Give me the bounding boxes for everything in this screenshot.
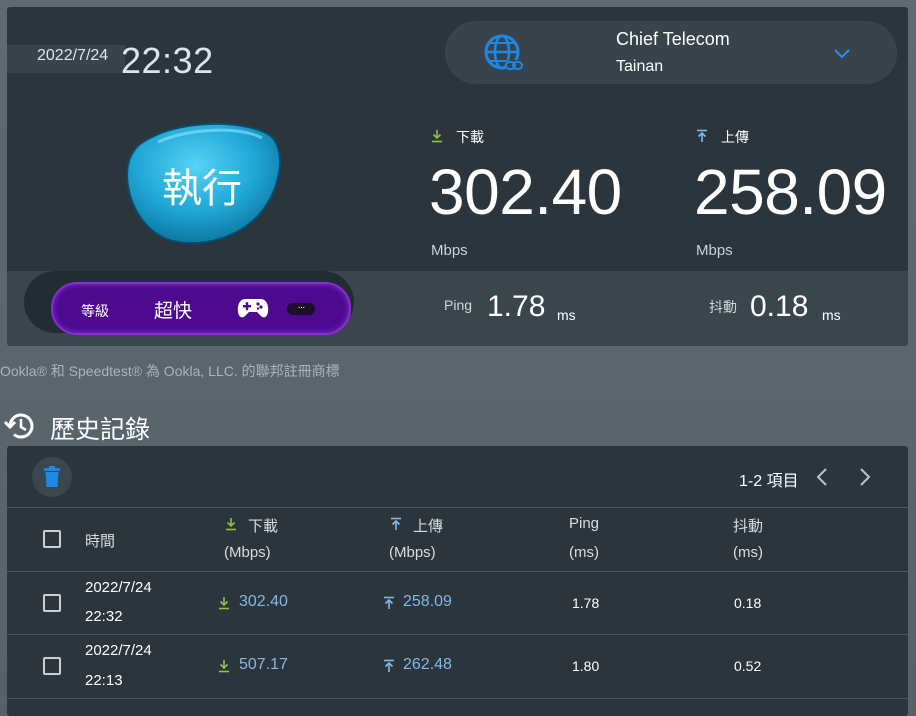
trash-icon: [44, 466, 60, 487]
row-time: 22:32: [85, 608, 123, 625]
col-header-download-unit: (Mbps): [224, 544, 271, 561]
upload-arrow-icon: [384, 596, 394, 609]
gamepad-icon: [237, 299, 269, 318]
row-download: 302.40: [239, 593, 288, 610]
row-upload: 262.48: [403, 656, 452, 673]
globe-link-icon: [484, 34, 523, 71]
jitter-label: 抖動: [709, 299, 737, 315]
row-download: 507.17: [239, 656, 288, 673]
divider: [7, 698, 908, 699]
pager-range: 1-2 項目: [739, 473, 799, 490]
row-time: 22:13: [85, 672, 123, 689]
jitter-unit: ms: [822, 307, 841, 323]
ping-unit: ms: [557, 307, 576, 323]
upload-arrow-icon: [391, 517, 401, 530]
select-all-checkbox[interactable]: [43, 530, 61, 548]
row-date: 2022/7/24: [85, 642, 152, 659]
server-selector[interactable]: Chief Telecom Tainan: [445, 21, 897, 84]
test-time: 22:32: [121, 40, 214, 81]
download-value: 302.40: [429, 156, 622, 228]
speedtest-panel: 2022/7/24 22:32 Chief Telecom Tainan 執行 …: [7, 7, 908, 346]
download-label: 下載: [456, 129, 484, 145]
trademark-notice: Ookla® 和 Speedtest® 為 Ookla, LLC. 的聯邦註冊商…: [0, 363, 340, 379]
history-table: 1-2 項目 時間 下載 (Mbps) 上傳 (Mbps) Ping (ms) …: [7, 446, 908, 716]
jitter-value: 0.18: [750, 290, 809, 323]
delete-button[interactable]: [32, 457, 72, 497]
divider: [7, 571, 908, 572]
test-date: 2022/7/24: [37, 47, 109, 64]
history-icon: [3, 413, 34, 439]
rank-badge[interactable]: 等級 超快 ···: [51, 282, 351, 335]
row-upload: 258.09: [403, 593, 452, 610]
rank-value: 超快: [154, 301, 193, 322]
row-checkbox[interactable]: [43, 657, 61, 675]
row-checkbox[interactable]: [43, 594, 61, 612]
upload-label: 上傳: [721, 129, 749, 145]
server-name: Chief Telecom: [616, 29, 730, 49]
download-arrow-icon: [219, 660, 229, 673]
rank-panel: 等級 超快 ···: [24, 271, 354, 335]
chevron-left-icon[interactable]: [814, 466, 830, 488]
download-arrow-icon: [432, 130, 442, 143]
col-header-jitter: 抖動: [733, 518, 764, 535]
col-header-upload-unit: (Mbps): [389, 544, 436, 561]
history-title: 歷史記錄: [50, 416, 151, 444]
run-button-label: 執行: [162, 166, 242, 212]
rank-label: 等級: [81, 303, 109, 319]
chevron-right-icon[interactable]: [857, 466, 873, 488]
row-jitter: 0.52: [734, 658, 762, 674]
server-city: Tainan: [616, 58, 664, 75]
col-header-upload: 上傳: [413, 518, 444, 535]
upload-arrow-icon: [384, 659, 394, 672]
row-ping: 1.80: [572, 658, 600, 674]
download-arrow-icon: [226, 518, 236, 531]
row-jitter: 0.18: [734, 595, 762, 611]
col-header-jitter-unit: (ms): [733, 544, 763, 561]
upload-value: 258.09: [694, 156, 887, 228]
divider: [7, 507, 908, 508]
col-header-time: 時間: [85, 533, 116, 550]
download-unit: Mbps: [431, 242, 468, 259]
col-header-ping: Ping: [569, 515, 600, 532]
rank-more-button[interactable]: ···: [287, 303, 315, 315]
chevron-down-icon[interactable]: [832, 43, 852, 63]
upload-arrow-icon: [697, 129, 707, 142]
row-ping: 1.78: [572, 595, 600, 611]
divider: [7, 634, 908, 635]
download-arrow-icon: [219, 597, 229, 610]
run-button[interactable]: 執行: [120, 120, 284, 250]
ping-label: Ping: [444, 297, 473, 313]
upload-unit: Mbps: [696, 242, 733, 259]
col-header-ping-unit: (ms): [569, 544, 599, 561]
row-date: 2022/7/24: [85, 579, 152, 596]
col-header-download: 下載: [248, 518, 279, 535]
ping-value: 1.78: [487, 290, 546, 323]
